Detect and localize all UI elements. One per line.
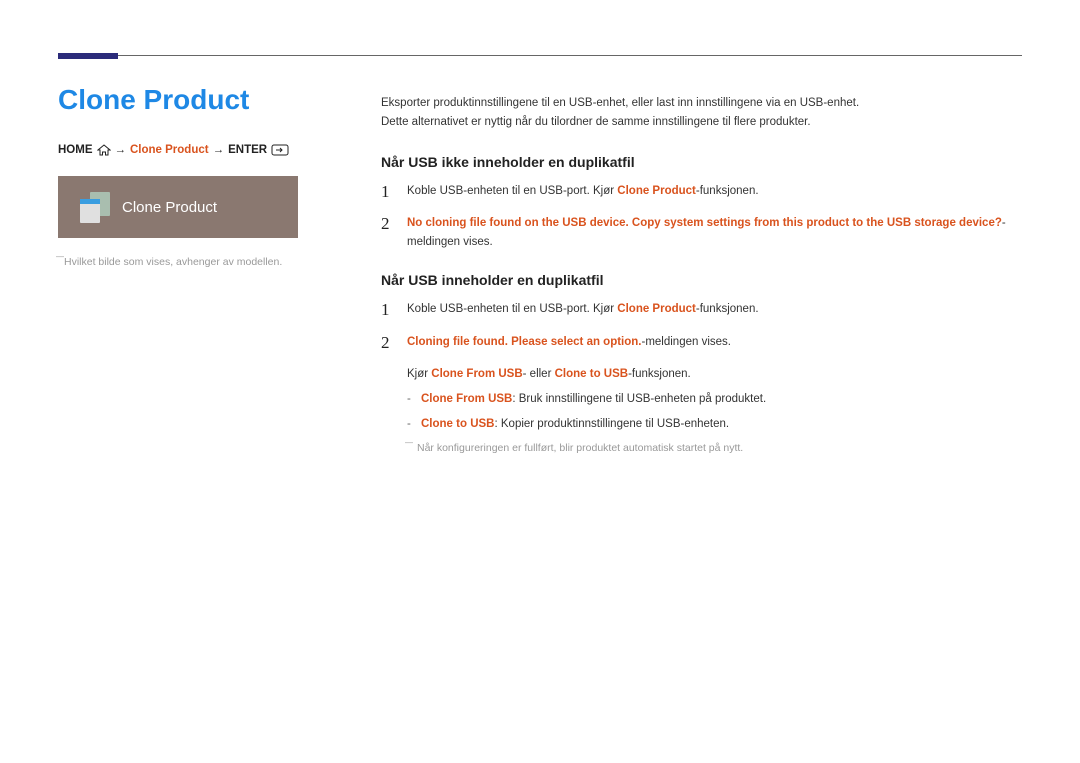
left-column: Clone Product HOME → Clone Product → ENT… — [58, 84, 333, 474]
breadcrumb-home: HOME — [58, 144, 93, 156]
accent-bar — [58, 53, 118, 59]
image-caption: Hvilket bilde som vises, avhenger av mod… — [58, 256, 333, 268]
dash-item-from-usb: Clone From USB: Bruk innstillingene til … — [407, 390, 1022, 409]
step-number: 1 — [381, 182, 393, 202]
list-item: 2 Cloning file found. Please select an o… — [381, 333, 1022, 353]
breadcrumb: HOME → Clone Product → ENTER — [58, 144, 333, 156]
arrow-1: → — [115, 144, 127, 156]
run-instruction: Kjør Clone From USB- eller Clone to USB-… — [407, 365, 1022, 434]
list-item: 2 No cloning file found on the USB devic… — [381, 214, 1022, 252]
sub-heading-1: Når USB ikke inneholder en duplikatfil — [381, 154, 1022, 170]
page-title: Clone Product — [58, 84, 333, 116]
step-number: 2 — [381, 214, 393, 234]
list-item: 1 Koble USB-enheten til en USB-port. Kjø… — [381, 300, 1022, 320]
home-icon — [97, 144, 111, 156]
step-number: 2 — [381, 333, 393, 353]
top-rule — [58, 55, 1022, 56]
list-item: 1 Koble USB-enheten til en USB-port. Kjø… — [381, 182, 1022, 202]
step-body: No cloning file found on the USB device.… — [407, 214, 1022, 252]
tile-label: Clone Product — [122, 199, 217, 216]
section-no-duplicate: Når USB ikke inneholder en duplikatfil 1… — [381, 154, 1022, 252]
right-column: Eksporter produktinnstillingene til en U… — [381, 84, 1022, 474]
intro-text: Eksporter produktinnstillingene til en U… — [381, 94, 1022, 132]
step-body: Cloning file found. Please select an opt… — [407, 333, 1022, 352]
step-body: Koble USB-enheten til en USB-port. Kjør … — [407, 300, 1022, 319]
step-number: 1 — [381, 300, 393, 320]
breadcrumb-clone: Clone Product — [130, 144, 209, 156]
clone-product-tile: Clone Product — [58, 176, 298, 238]
dash-item-to-usb: Clone to USB: Kopier produktinnstillinge… — [407, 415, 1022, 434]
arrow-2: → — [213, 144, 225, 156]
footnote: Når konfigureringen er fullført, blir pr… — [407, 442, 1022, 454]
clone-product-icon — [80, 192, 110, 222]
sub-heading-2: Når USB inneholder en duplikatfil — [381, 272, 1022, 288]
section-has-duplicate: Når USB inneholder en duplikatfil 1 Kobl… — [381, 272, 1022, 454]
step-body: Koble USB-enheten til en USB-port. Kjør … — [407, 182, 1022, 201]
enter-icon — [271, 144, 289, 156]
breadcrumb-enter: ENTER — [228, 144, 267, 156]
